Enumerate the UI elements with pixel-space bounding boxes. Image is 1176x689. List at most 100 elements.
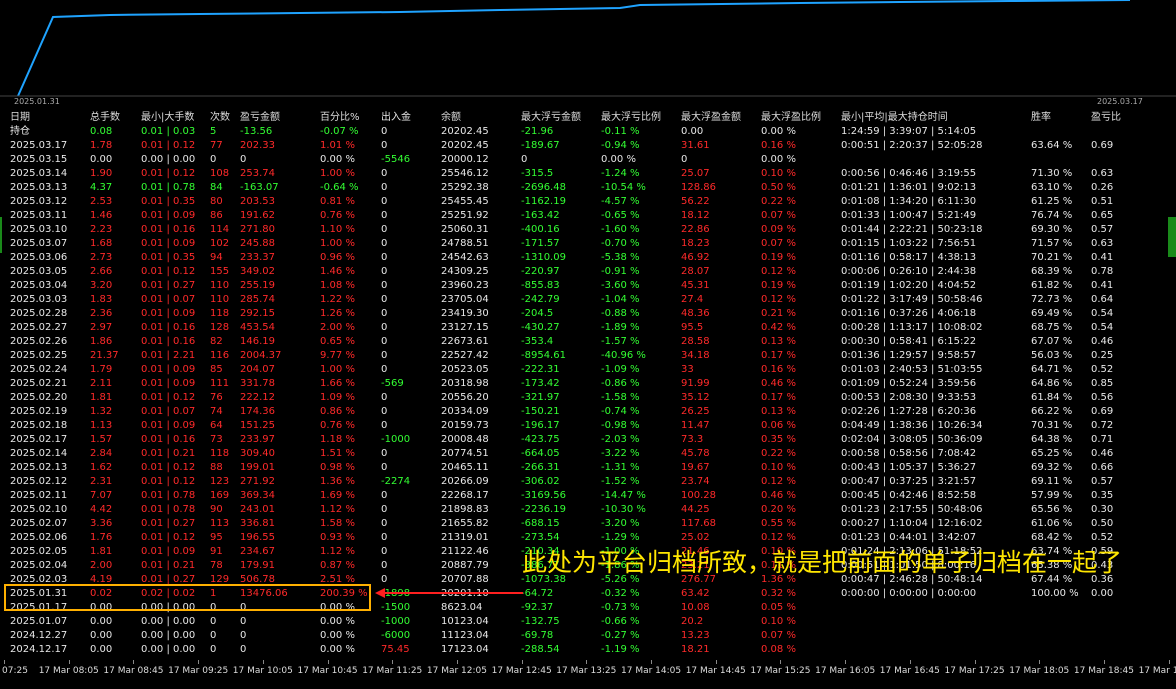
cell-max-float-profit-ratio: 0.12 % bbox=[761, 294, 796, 305]
cell-pnl: 336.81 bbox=[240, 518, 275, 529]
cell-hold-time: 0:00:28 | 1:13:17 | 10:08:02 bbox=[841, 322, 983, 333]
cell-max-float-loss: -273.54 bbox=[521, 532, 560, 543]
cell-win-rate: 71.30 % bbox=[1031, 168, 1073, 179]
cell-max-float-loss-ratio: -1.89 % bbox=[601, 322, 640, 333]
cell-pnl-percent: 1.58 % bbox=[320, 518, 355, 529]
cell-max-float-loss: -266.31 bbox=[521, 462, 560, 473]
cell-pnl-percent: 0.00 % bbox=[320, 616, 355, 627]
cell-hold-time: 0:01:23 | 2:17:55 | 50:48:06 bbox=[841, 504, 983, 515]
cell-balance: 25292.38 bbox=[441, 182, 489, 193]
cell-win-rate: 64.86 % bbox=[1031, 378, 1073, 389]
cell-max-float-profit-ratio: 0.21 % bbox=[761, 308, 796, 319]
cell-max-float-loss: 最大浮亏金额 bbox=[521, 112, 581, 123]
cell-pnl: 233.97 bbox=[240, 434, 275, 445]
cell-max-float-loss: -173.42 bbox=[521, 378, 560, 389]
cell-total-lots: 0.00 bbox=[90, 154, 113, 165]
cell-cash-flow: 0 bbox=[381, 490, 388, 501]
cell-trade-count: 85 bbox=[210, 364, 223, 375]
cell-profit-loss-ratio: 0.64 bbox=[1091, 294, 1114, 305]
cell-pnl: -163.07 bbox=[240, 182, 279, 193]
cell-profit-loss-ratio: 0.69 bbox=[1091, 140, 1114, 151]
cell-balance: 21655.82 bbox=[441, 518, 489, 529]
cell-max-float-loss-ratio: -0.11 % bbox=[601, 126, 640, 137]
cell-pnl: 369.34 bbox=[240, 490, 275, 501]
cell-max-float-profit: 35.12 bbox=[681, 392, 710, 403]
cell-pnl-percent: 0.98 % bbox=[320, 462, 355, 473]
cell-trade-count: 64 bbox=[210, 420, 223, 431]
cell-cash-flow: 0 bbox=[381, 448, 388, 459]
equity-line bbox=[17, 0, 1131, 97]
cell-balance: 21898.83 bbox=[441, 504, 489, 515]
cell-hold-time: 0:02:04 | 3:08:05 | 50:36:09 bbox=[841, 434, 983, 445]
cell-profit-loss-ratio: 0.78 bbox=[1091, 266, 1114, 277]
cell-date: 2025.03.04 bbox=[10, 280, 68, 291]
cell-max-float-loss-ratio: -4.57 % bbox=[601, 196, 640, 207]
cell-date: 2025.02.05 bbox=[10, 546, 68, 557]
cell-trade-count: 110 bbox=[210, 280, 230, 291]
cell-max-float-loss-ratio: -0.32 % bbox=[601, 588, 640, 599]
cell-max-float-loss-ratio: -0.74 % bbox=[601, 406, 640, 417]
cell-min-max-lots: 0.00 | 0.00 bbox=[141, 644, 196, 655]
cell-win-rate: 63.10 % bbox=[1031, 182, 1073, 193]
cell-balance: 20707.88 bbox=[441, 574, 489, 585]
cell-win-rate: 69.11 % bbox=[1031, 476, 1073, 487]
cell-max-float-loss-ratio: -10.30 % bbox=[601, 504, 646, 515]
cell-min-max-lots: 0.01 | 0.09 bbox=[141, 308, 196, 319]
cell-total-lots: 2.36 bbox=[90, 308, 113, 319]
cell-max-float-profit-ratio: 0.35 % bbox=[761, 434, 796, 445]
cell-date: 2025.02.25 bbox=[10, 350, 68, 361]
cell-max-float-loss-ratio: -1.19 % bbox=[601, 644, 640, 655]
cell-max-float-profit: 46.92 bbox=[681, 252, 710, 263]
time-tick-mark bbox=[4, 660, 5, 664]
cell-max-float-loss: -2696.48 bbox=[521, 182, 566, 193]
cell-hold-time: 0:00:56 | 0:46:46 | 3:19:55 bbox=[841, 168, 977, 179]
cell-cash-flow: -1000 bbox=[381, 616, 411, 627]
time-tick-mark bbox=[780, 660, 782, 664]
cell-pnl: -13.56 bbox=[240, 126, 273, 137]
cell-pnl-percent: 0.00 % bbox=[320, 644, 355, 655]
cell-max-float-profit-ratio: 0.13 % bbox=[761, 406, 796, 417]
cell-cash-flow: 0 bbox=[381, 238, 388, 249]
cell-total-lots: 总手数 bbox=[90, 112, 120, 123]
cell-cash-flow: -6000 bbox=[381, 630, 411, 641]
cell-total-lots: 1.79 bbox=[90, 364, 113, 375]
cell-max-float-profit-ratio: 0.12 % bbox=[761, 476, 796, 487]
cell-total-lots: 0.08 bbox=[90, 126, 113, 137]
time-tick-mark bbox=[392, 660, 394, 664]
cell-min-max-lots: 0.01 | 0.12 bbox=[141, 168, 196, 179]
time-tick-label: 17 Mar 14:45 bbox=[685, 666, 746, 676]
cell-profit-loss-ratio: 0.52 bbox=[1091, 532, 1114, 543]
cell-date: 2025.03.10 bbox=[10, 224, 68, 235]
cell-cash-flow: 0 bbox=[381, 336, 388, 347]
time-tick-label: 07:25 bbox=[2, 666, 28, 676]
cell-max-float-profit-ratio: 0.12 % bbox=[761, 266, 796, 277]
cell-hold-time: 0:01:22 | 3:17:49 | 50:58:46 bbox=[841, 294, 983, 305]
cell-win-rate: 63.64 % bbox=[1031, 140, 1073, 151]
cell-pnl-percent: 1.00 % bbox=[320, 168, 355, 179]
cell-balance: 23705.04 bbox=[441, 294, 489, 305]
cell-win-rate: 65.56 % bbox=[1031, 504, 1073, 515]
cell-max-float-profit-ratio: 0.55 % bbox=[761, 518, 796, 529]
cell-cash-flow: 0 bbox=[381, 504, 388, 515]
cell-max-float-profit-ratio: 0.16 % bbox=[761, 364, 796, 375]
cell-cash-flow: 0 bbox=[381, 462, 388, 473]
cell-total-lots: 1.90 bbox=[90, 168, 113, 179]
cell-max-float-profit: 45.31 bbox=[681, 280, 710, 291]
cell-max-float-loss-ratio: -0.86 % bbox=[601, 378, 640, 389]
time-tick-mark bbox=[1103, 660, 1105, 664]
cell-pnl: 202.33 bbox=[240, 140, 275, 151]
cell-trade-count: 169 bbox=[210, 490, 230, 501]
cell-max-float-profit-ratio: 0.09 % bbox=[761, 224, 796, 235]
cell-profit-loss-ratio: 0.00 bbox=[1091, 588, 1114, 599]
cell-pnl-percent: -0.07 % bbox=[320, 126, 359, 137]
cell-date: 2025.02.12 bbox=[10, 476, 68, 487]
cell-trade-count: 90 bbox=[210, 504, 223, 515]
cell-profit-loss-ratio: 0.25 bbox=[1091, 350, 1114, 361]
cell-balance: 24542.63 bbox=[441, 252, 489, 263]
cell-max-float-profit: 100.28 bbox=[681, 490, 716, 501]
cell-balance: 25251.92 bbox=[441, 210, 489, 221]
cell-hold-time: 0:00:00 | 0:00:00 | 0:00:00 bbox=[841, 588, 977, 599]
cell-hold-time: 0:01:44 | 2:22:21 | 50:23:18 bbox=[841, 224, 983, 235]
cell-profit-loss-ratio: 0.71 bbox=[1091, 434, 1114, 445]
cell-profit-loss-ratio: 0.57 bbox=[1091, 476, 1114, 487]
